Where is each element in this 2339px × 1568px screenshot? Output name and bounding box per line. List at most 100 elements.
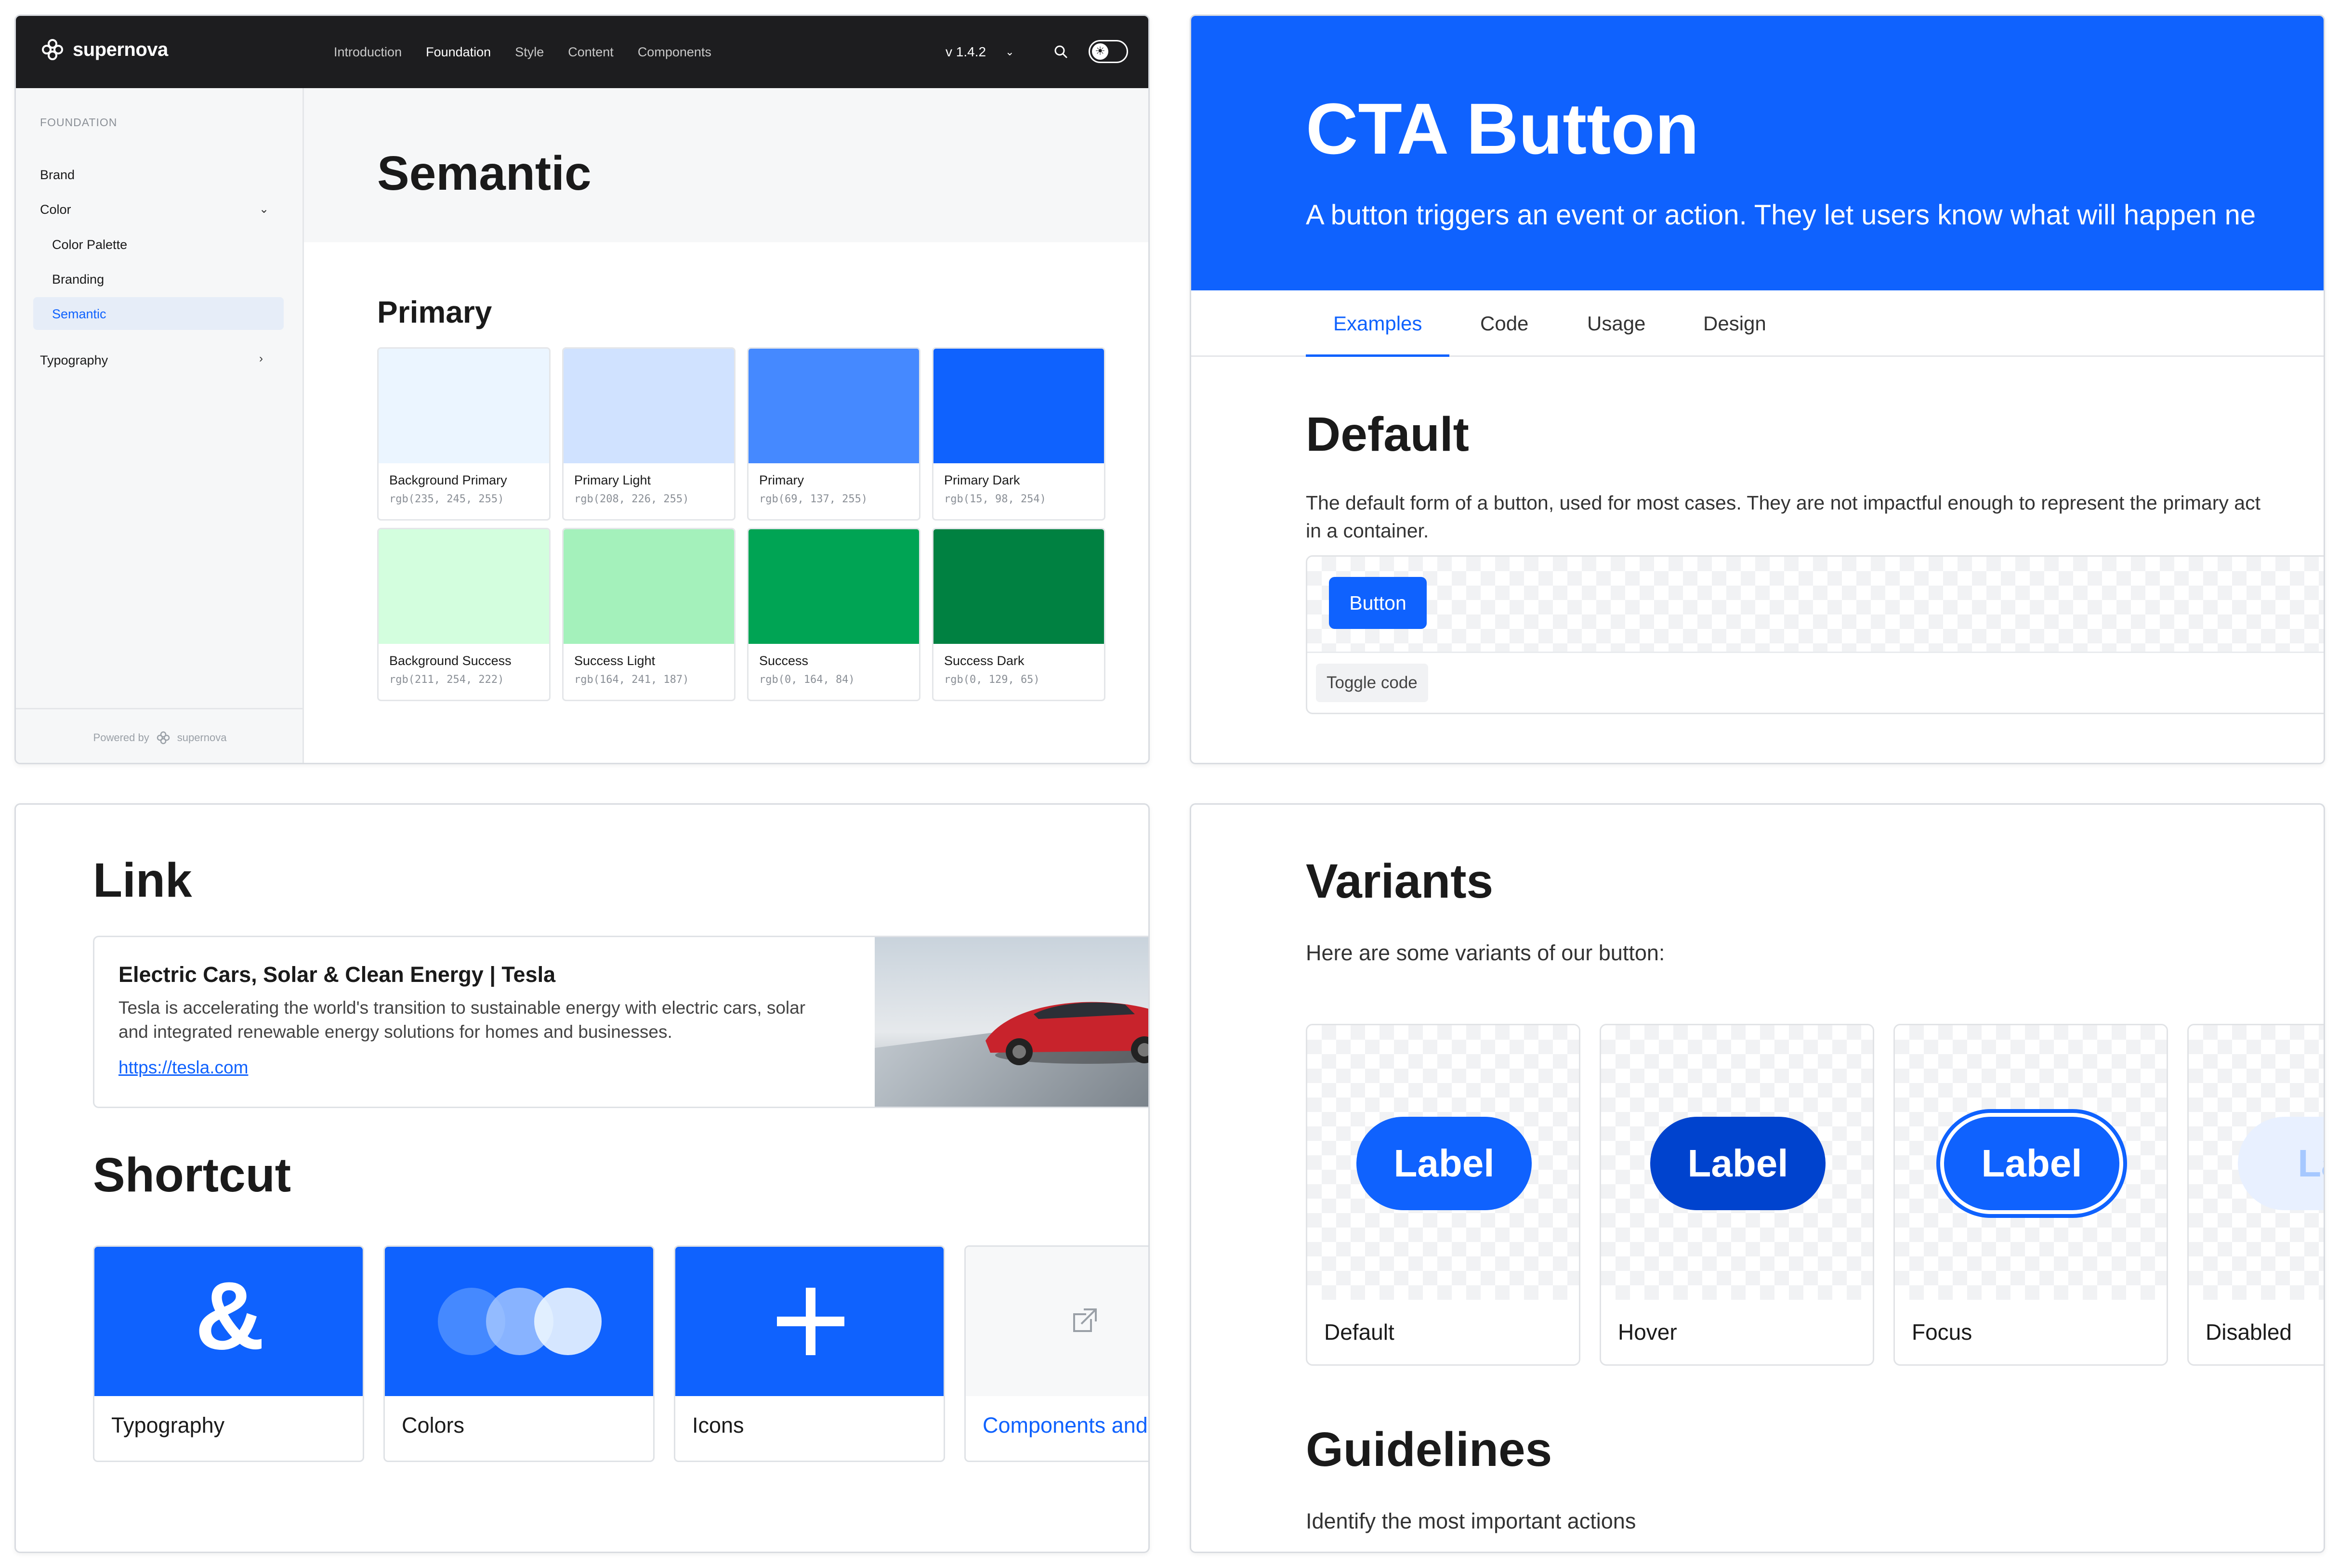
sidebar-item-color-palette[interactable]: Color Palette (52, 237, 127, 252)
nav-style[interactable]: Style (515, 45, 544, 60)
sidebar-section-title: FOUNDATION (40, 116, 118, 129)
shortcut-label: Typography (111, 1413, 225, 1437)
tab-design[interactable]: Design (1703, 290, 1766, 357)
svg-text:&: & (195, 1262, 264, 1370)
swatch-color (749, 349, 919, 463)
variant-button-hover[interactable]: Label (1650, 1117, 1826, 1210)
section-heading-variants: Variants (1306, 854, 1494, 908)
supernova-logo[interactable]: supernova (40, 37, 168, 62)
swatch-name: Primary Light (574, 473, 651, 487)
link-card-url[interactable]: https://tesla.com (118, 1058, 248, 1078)
color-swatch[interactable]: Success Light rgb(164, 241, 187) (562, 528, 736, 701)
variant-card-default: Label Default (1306, 1024, 1580, 1366)
docs-site-panel: supernova Introduction Foundation Style … (14, 14, 1150, 764)
theme-toggle[interactable]: ☀ (1089, 40, 1128, 63)
color-circles-icon (438, 1288, 602, 1355)
example-preview: Button Toggle code (1306, 555, 2324, 714)
section-title: Primary (377, 295, 492, 329)
color-swatch[interactable]: Primary Light rgb(208, 226, 255) (562, 347, 736, 521)
swatch-name: Background Success (389, 653, 512, 668)
guidelines-text: Identify the most important actions (1306, 1509, 1636, 1533)
variant-button-focus[interactable]: Label (1944, 1117, 2119, 1210)
swatch-value: rgb(15, 98, 254) (944, 493, 1046, 505)
shortcut-card-components[interactable]: Components and (964, 1245, 1148, 1462)
nav-content[interactable]: Content (568, 45, 614, 60)
variant-button-default[interactable]: Label (1356, 1117, 1532, 1210)
link-card-title: Electric Cars, Solar & Clean Energy | Te… (118, 962, 556, 987)
color-swatch[interactable]: Success Dark rgb(0, 129, 65) (932, 528, 1105, 701)
variant-name: Default (1324, 1320, 1394, 1345)
shortcut-card-typography[interactable]: & Typography (93, 1245, 364, 1462)
section-heading-shortcut: Shortcut (93, 1148, 291, 1202)
main-nav: Introduction Foundation Style Content Co… (334, 16, 711, 88)
tab-usage[interactable]: Usage (1587, 290, 1645, 357)
chevron-down-icon[interactable]: ⌄ (259, 202, 269, 216)
tab-examples[interactable]: Examples (1306, 290, 1450, 357)
powered-by-label: Powered by (93, 731, 149, 744)
shortcut-label: Icons (692, 1413, 744, 1437)
swatch-name: Success Dark (944, 653, 1025, 668)
page-title: Semantic (377, 146, 591, 200)
supernova-logo-icon (42, 39, 63, 60)
color-swatch[interactable]: Primary Dark rgb(15, 98, 254) (932, 347, 1105, 521)
variant-card-hover: Label Hover (1600, 1024, 1874, 1366)
shortcut-card-icons[interactable]: Icons (674, 1245, 945, 1462)
hero-subtitle: A button triggers an event or action. Th… (1306, 199, 2256, 231)
swatch-value: rgb(69, 137, 255) (759, 493, 868, 505)
swatch-name: Success Light (574, 653, 656, 668)
swatch-name: Success (759, 653, 809, 668)
chevron-down-icon: ⌄ (1005, 46, 1014, 58)
sidebar-item-color[interactable]: Color (40, 202, 71, 217)
preview-canvas (1307, 557, 2324, 653)
version-selector[interactable]: v 1.4.2 ⌄ (946, 16, 1014, 88)
swatch-color (749, 529, 919, 644)
sidebar-item-semantic[interactable]: Semantic (52, 307, 106, 322)
shortcut-card-header (385, 1247, 653, 1396)
color-swatch[interactable]: Background Primary rgb(235, 245, 255) (377, 347, 551, 521)
default-description-line: The default form of a button, used for m… (1306, 492, 2260, 514)
powered-by-brand: supernova (177, 731, 227, 744)
swatch-value: rgb(0, 129, 65) (944, 674, 1040, 686)
chevron-right-icon[interactable]: › (259, 352, 263, 366)
swatch-value: rgb(235, 245, 255) (389, 493, 504, 505)
swatch-color (564, 349, 734, 463)
shortcut-label: Components and (983, 1413, 1148, 1437)
section-heading-default: Default (1306, 407, 1469, 461)
color-swatch[interactable]: Background Success rgb(211, 254, 222) (377, 528, 551, 701)
swatch-value: rgb(211, 254, 222) (389, 674, 504, 686)
shortcut-label: Colors (402, 1413, 465, 1437)
tab-bar: Examples Code Usage Design (1191, 290, 2324, 357)
shortcut-card-colors[interactable]: Colors (383, 1245, 655, 1462)
swatch-name: Background Primary (389, 473, 507, 487)
search-icon[interactable] (1051, 42, 1071, 62)
sidebar-item-typography[interactable]: Typography (40, 353, 108, 368)
supernova-logo-icon (157, 731, 170, 744)
link-card-description: Tesla is accelerating the world's transi… (118, 998, 806, 1042)
color-swatch[interactable]: Success rgb(0, 164, 84) (747, 528, 920, 701)
shortcut-card-header (966, 1247, 1148, 1396)
swatch-color (564, 529, 734, 644)
swatch-name: Primary (759, 473, 804, 487)
powered-by-footer[interactable]: Powered by supernova (16, 708, 304, 763)
tab-code[interactable]: Code (1480, 290, 1528, 357)
variants-panel: Variants Here are some variants of our b… (1190, 803, 2325, 1553)
swatch-value: rgb(0, 164, 84) (759, 674, 855, 686)
sidebar: FOUNDATION Brand Color ⌄ Color Palette B… (16, 88, 304, 763)
plus-icon (777, 1288, 844, 1355)
shortcut-card-header: & (94, 1247, 363, 1396)
swatch-color (933, 349, 1104, 463)
link-preview-card[interactable]: Electric Cars, Solar & Clean Energy | Te… (93, 936, 1148, 1108)
default-description-line: in a container. (1306, 520, 1429, 542)
section-heading-link: Link (93, 853, 192, 907)
demo-button[interactable]: Button (1329, 577, 1427, 629)
nav-introduction[interactable]: Introduction (334, 45, 402, 60)
toggle-code-button[interactable]: Toggle code (1316, 664, 1428, 702)
swatch-color (379, 349, 549, 463)
sidebar-item-brand[interactable]: Brand (40, 168, 75, 183)
version-label: v 1.4.2 (946, 44, 986, 59)
nav-components[interactable]: Components (638, 45, 711, 60)
default-description: The default form of a button, used for m… (1306, 489, 2260, 545)
color-swatch[interactable]: Primary rgb(69, 137, 255) (747, 347, 920, 521)
nav-foundation[interactable]: Foundation (426, 45, 491, 60)
sidebar-item-branding[interactable]: Branding (52, 272, 104, 287)
